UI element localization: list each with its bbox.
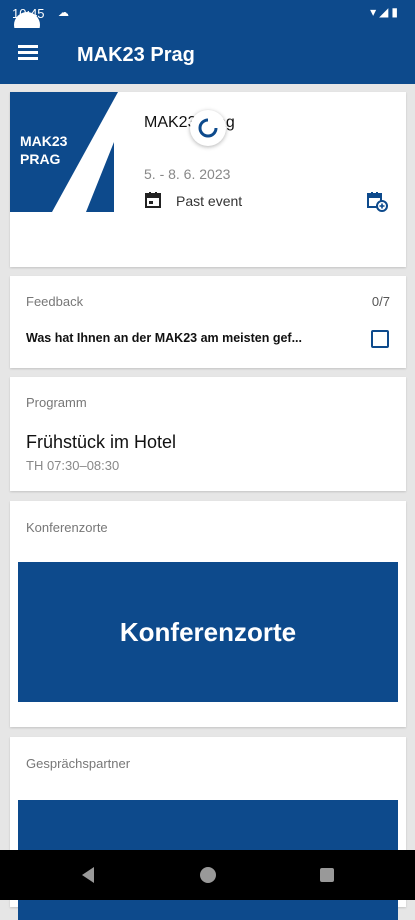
- loading-spinner-icon: [190, 110, 226, 146]
- home-icon[interactable]: [200, 867, 216, 883]
- recent-apps-icon[interactable]: [320, 868, 334, 882]
- menu-icon[interactable]: [18, 42, 44, 68]
- logo-text: MAK23 PRAG: [20, 132, 67, 168]
- feedback-label: Feedback: [26, 294, 84, 309]
- program-item-time: TH 07:30–08:30: [26, 458, 120, 473]
- calendar-icon: [145, 192, 161, 208]
- app-bar: MAK23 Prag: [0, 28, 415, 84]
- logo-line-1: MAK23: [20, 133, 68, 149]
- feedback-count: 0/7: [371, 294, 390, 309]
- event-status: Past event: [176, 193, 243, 209]
- venues-banner[interactable]: Konferenzorte: [18, 562, 398, 702]
- program-item-title[interactable]: Frühstück im Hotel: [26, 432, 176, 453]
- venues-card[interactable]: Konferenzorte Konferenzorte: [10, 501, 406, 727]
- partners-label: Gesprächspartner: [26, 756, 131, 771]
- feedback-question[interactable]: Was hat Ihnen an der MAK23 am meisten ge…: [26, 331, 346, 345]
- system-nav-bar: [0, 850, 415, 900]
- status-bar: 10:45 ☁ ▾◢▮: [0, 0, 415, 38]
- program-card[interactable]: Programm Frühstück im Hotel TH 07:30–08:…: [10, 377, 406, 491]
- venues-label: Konferenzorte: [26, 520, 108, 535]
- back-icon[interactable]: [82, 867, 94, 883]
- event-card[interactable]: MAK23 PRAG MAK23 Prag 5. - 8. 6. 2023 Pa…: [10, 92, 406, 267]
- program-label: Programm: [26, 395, 87, 410]
- cloud-icon: ☁: [58, 7, 69, 19]
- logo-line-2: PRAG: [20, 151, 61, 167]
- event-date: 5. - 8. 6. 2023: [144, 166, 231, 182]
- event-logo: MAK23 PRAG: [10, 92, 128, 212]
- feedback-card[interactable]: Feedback 0/7 Was hat Ihnen an der MAK23 …: [10, 276, 406, 368]
- add-to-calendar-icon[interactable]: [366, 190, 388, 212]
- status-icons: ▾◢▮: [370, 5, 401, 19]
- feedback-checkbox[interactable]: [371, 330, 389, 348]
- app-title: MAK23 Prag: [77, 44, 195, 66]
